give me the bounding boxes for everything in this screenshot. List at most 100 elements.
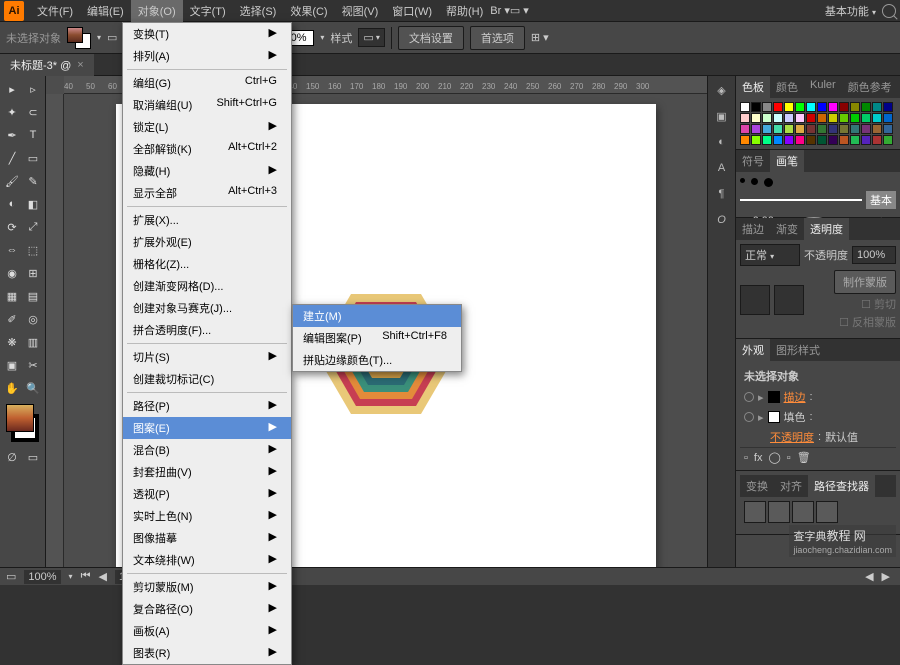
preferences-button[interactable]: 首选项 (470, 26, 525, 50)
swatch[interactable] (883, 124, 893, 134)
menu-type[interactable]: 文字(T) (183, 0, 233, 22)
basic-stroke[interactable] (740, 199, 862, 201)
pf-minus-front[interactable] (768, 501, 790, 523)
swatch[interactable] (773, 113, 783, 123)
document-tab[interactable]: 未标题-3* @ × (0, 54, 94, 76)
menu-item[interactable]: 复合路径(O)▶ (123, 598, 291, 620)
swatch[interactable] (828, 102, 838, 112)
menu-item[interactable]: 透视(P)▶ (123, 483, 291, 505)
menu-item[interactable]: 拼贴边缘颜色(T)... (293, 349, 461, 371)
swatch[interactable] (784, 124, 794, 134)
tab-swatches[interactable]: 色板 (736, 76, 770, 98)
menu-item[interactable]: 创建裁切标记(C) (123, 368, 291, 390)
menu-item[interactable]: 剪切蒙版(M)▶ (123, 576, 291, 598)
lasso-tool[interactable]: ⊂ (23, 101, 43, 123)
swatch[interactable] (872, 135, 882, 145)
scroll-left-icon[interactable]: ◀ (861, 570, 877, 583)
menu-help[interactable]: 帮助(H) (439, 0, 490, 22)
paintbrush-tool[interactable]: 🖌 (2, 170, 22, 192)
menu-item[interactable]: 变换(T)▶ (123, 23, 291, 45)
pf-unite[interactable] (744, 501, 766, 523)
fill-stroke-swatch[interactable] (67, 27, 91, 49)
menu-item[interactable]: 混合(B)▶ (123, 439, 291, 461)
mesh-tool[interactable]: ▦ (2, 285, 22, 307)
tab-transform[interactable]: 变换 (740, 475, 774, 497)
swatch[interactable] (740, 124, 750, 134)
none-mode-icon[interactable]: ∅ (2, 446, 22, 468)
zoom-level[interactable]: 100% (24, 570, 60, 584)
pencil-tool[interactable]: ✎ (23, 170, 43, 192)
swatch[interactable] (795, 102, 805, 112)
column-graph-tool[interactable]: ▥ (23, 331, 43, 353)
swatch[interactable] (839, 113, 849, 123)
zoom-tool[interactable]: 🔍 (23, 377, 43, 399)
slice-tool[interactable]: ✂ (23, 354, 43, 376)
opacity-panel-field[interactable]: 100% (852, 246, 896, 264)
menu-item[interactable]: 拼合透明度(F)... (123, 319, 291, 341)
appearance-trash-icon[interactable]: 🗑 (797, 451, 811, 464)
artboard-prev-icon[interactable]: ◀ (98, 570, 106, 583)
menu-item[interactable]: 图表(R)▶ (123, 642, 291, 664)
swatch[interactable] (762, 102, 772, 112)
menu-file[interactable]: 文件(F) (30, 0, 80, 22)
appearance-opacity-row[interactable]: 不透明度: 默认值 (740, 427, 896, 447)
pf-intersect[interactable] (792, 501, 814, 523)
mask-thumb[interactable] (740, 285, 770, 315)
swatch[interactable] (883, 135, 893, 145)
artboard-first-icon[interactable]: ⏮ (81, 570, 91, 583)
menu-item[interactable]: 路径(P)▶ (123, 395, 291, 417)
arrange-icon[interactable]: ▭ ▾ (510, 4, 529, 17)
tab-color-guide[interactable]: 颜色参考 (842, 76, 898, 98)
swatch[interactable] (883, 102, 893, 112)
symbol-sprayer-tool[interactable]: ❋ (2, 331, 22, 353)
selection-tool[interactable]: ▸ (2, 78, 22, 100)
menu-item[interactable]: 锁定(L)▶ (123, 116, 291, 138)
width-tool[interactable]: ⇔ (2, 239, 22, 261)
swatch[interactable] (806, 102, 816, 112)
menu-item[interactable]: 排列(A)▶ (123, 45, 291, 67)
tab-kuler[interactable]: Kuler (804, 76, 842, 98)
menu-item[interactable]: 文本绕排(W)▶ (123, 549, 291, 571)
tab-brushes[interactable]: 画笔 (770, 150, 804, 172)
swatch[interactable] (872, 113, 882, 123)
swatch[interactable] (850, 135, 860, 145)
make-mask-button[interactable]: 制作蒙版 (834, 270, 896, 294)
scale-tool[interactable]: ⤢ (23, 216, 43, 238)
eraser-tool[interactable]: ◧ (23, 193, 43, 215)
menu-item[interactable]: 图案(E)▶ (123, 417, 291, 439)
type-tool[interactable]: T (23, 124, 43, 146)
opentype-panel-icon[interactable]: O (712, 210, 732, 230)
tab-appearance[interactable]: 外观 (736, 339, 770, 361)
appearance-fill-row[interactable]: ▸填色: (740, 407, 896, 427)
swatch[interactable] (828, 135, 838, 145)
menu-item[interactable]: 扩展(X)... (123, 209, 291, 231)
swatch[interactable] (839, 124, 849, 134)
pf-exclude[interactable] (816, 501, 838, 523)
magic-wand-tool[interactable]: ✦ (2, 101, 22, 123)
swatch[interactable] (740, 135, 750, 145)
menu-item[interactable]: 实时上色(N)▶ (123, 505, 291, 527)
swatch-dropdown-icon[interactable]: ▾ (97, 33, 101, 42)
menu-item[interactable]: 隐藏(H)▶ (123, 160, 291, 182)
layers-panel-icon[interactable]: ◈ (712, 80, 732, 100)
swatch[interactable] (817, 135, 827, 145)
rotate-tool[interactable]: ⟳ (2, 216, 22, 238)
menu-item[interactable]: 创建渐变网格(D)... (123, 275, 291, 297)
swatch[interactable] (784, 113, 794, 123)
appearance-fx-icon[interactable]: fx (754, 452, 763, 464)
swatch[interactable] (762, 135, 772, 145)
swatch[interactable] (872, 102, 882, 112)
swatch[interactable] (817, 124, 827, 134)
blend-tool[interactable]: ◎ (23, 308, 43, 330)
swatch[interactable] (740, 113, 750, 123)
tab-graphic-styles[interactable]: 图形样式 (770, 339, 826, 361)
blob-brush-tool[interactable]: ◐ (2, 193, 22, 215)
swatch[interactable] (751, 113, 761, 123)
menu-view[interactable]: 视图(V) (335, 0, 386, 22)
menu-item[interactable]: 创建对象马赛克(J)... (123, 297, 291, 319)
swatches-grid[interactable] (740, 102, 896, 145)
swatch[interactable] (751, 124, 761, 134)
artboard-tool[interactable]: ▣ (2, 354, 22, 376)
clip-checkbox[interactable]: ☐ 剪切 (861, 296, 896, 312)
swatch[interactable] (773, 135, 783, 145)
